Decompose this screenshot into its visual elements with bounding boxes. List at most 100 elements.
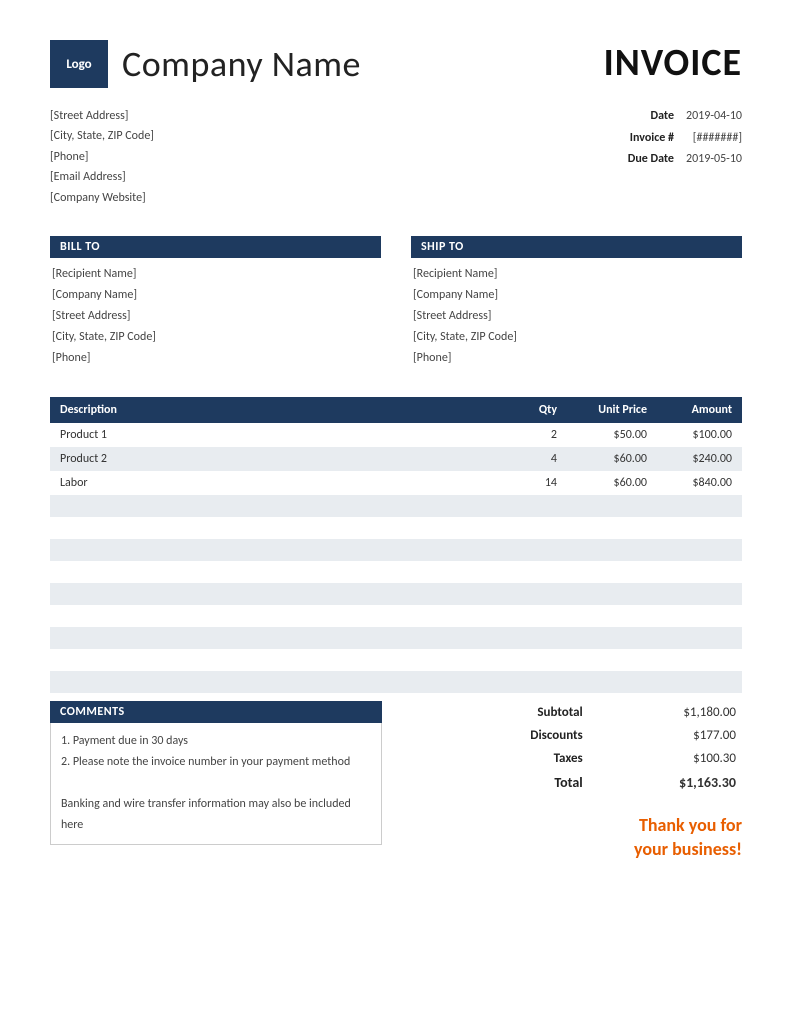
cell-description: [50, 605, 507, 627]
cell-description: [50, 649, 507, 671]
cell-amount: [657, 517, 742, 539]
table-row: [50, 605, 742, 627]
col-unit-price: Unit Price: [567, 397, 657, 423]
ship-to-city: [City, State, ZIP Code]: [413, 327, 742, 348]
company-branding: Logo Company Name: [50, 40, 361, 88]
cell-unit-price: [567, 605, 657, 627]
table-row: [50, 517, 742, 539]
bill-to-city: [City, State, ZIP Code]: [52, 327, 381, 348]
cell-description: Product 1: [50, 423, 507, 447]
comments-box: COMMENTS 1. Payment due in 30 days 2. Pl…: [50, 701, 382, 845]
cell-unit-price: [567, 517, 657, 539]
due-date-label: Due Date: [616, 149, 674, 171]
cell-amount: [657, 583, 742, 605]
cell-amount: [657, 561, 742, 583]
ship-to-recipient: [Recipient Name]: [413, 264, 742, 285]
bill-to-box: BILL TO [Recipient Name] [Company Name] …: [50, 236, 381, 369]
items-table: Description Qty Unit Price Amount Produc…: [50, 397, 742, 693]
table-row: Product 2 4 $60.00 $240.00: [50, 447, 742, 471]
company-name: Company Name: [122, 42, 361, 86]
invoice-meta: Date 2019-04-10 Invoice # [#######] Due …: [616, 106, 742, 208]
comments-body: 1. Payment due in 30 days 2. Please note…: [50, 723, 382, 845]
bill-to-header: BILL TO: [50, 236, 381, 258]
discounts-row: Discounts $177.00: [465, 724, 742, 747]
ship-to-company: [Company Name]: [413, 285, 742, 306]
comment-line4: Banking and wire transfer information ma…: [61, 794, 371, 836]
totals-section: Subtotal $1,180.00 Discounts $177.00 Tax…: [465, 701, 742, 862]
bill-to-recipient: [Recipient Name]: [52, 264, 381, 285]
cell-description: [50, 627, 507, 649]
subtotal-row: Subtotal $1,180.00: [465, 701, 742, 724]
table-row: [50, 649, 742, 671]
cell-amount: [657, 605, 742, 627]
table-row: [50, 583, 742, 605]
company-phone: [Phone]: [50, 147, 154, 167]
logo-label: Logo: [66, 57, 91, 72]
cell-qty: [507, 605, 567, 627]
cell-unit-price: [567, 671, 657, 693]
cell-amount: [657, 495, 742, 517]
cell-qty: [507, 671, 567, 693]
company-street: [Street Address]: [50, 106, 154, 126]
cell-unit-price: $60.00: [567, 447, 657, 471]
cell-description: [50, 517, 507, 539]
billing-section: BILL TO [Recipient Name] [Company Name] …: [50, 236, 742, 369]
table-row: [50, 671, 742, 693]
cell-description: [50, 561, 507, 583]
cell-unit-price: [567, 627, 657, 649]
cell-description: Labor: [50, 471, 507, 495]
logo-box: Logo: [50, 40, 108, 88]
invoice-header: Logo Company Name INVOICE: [50, 40, 742, 88]
cell-unit-price: [567, 561, 657, 583]
due-date-value: 2019-05-10: [674, 149, 742, 171]
ship-to-phone: [Phone]: [413, 348, 742, 369]
ship-to-box: SHIP TO [Recipient Name] [Company Name] …: [411, 236, 742, 369]
bill-to-info: [Recipient Name] [Company Name] [Street …: [50, 264, 381, 369]
items-table-wrapper: Description Qty Unit Price Amount Produc…: [50, 397, 742, 693]
ship-to-header: SHIP TO: [411, 236, 742, 258]
bill-to-phone: [Phone]: [52, 348, 381, 369]
company-city: [City, State, ZIP Code]: [50, 126, 154, 146]
cell-qty: [507, 495, 567, 517]
date-value: 2019-04-10: [674, 106, 742, 128]
cell-unit-price: [567, 649, 657, 671]
taxes-value: $100.30: [597, 747, 742, 770]
cell-qty: [507, 627, 567, 649]
table-row: [50, 627, 742, 649]
invoice-title: INVOICE: [604, 40, 742, 86]
total-value: $1,163.30: [597, 770, 742, 795]
total-label: Total: [465, 770, 597, 795]
invoice-num-label: Invoice #: [616, 128, 674, 150]
col-description: Description: [50, 397, 507, 423]
cell-qty: 2: [507, 423, 567, 447]
cell-qty: [507, 517, 567, 539]
table-header-row: Description Qty Unit Price Amount: [50, 397, 742, 423]
table-row: [50, 539, 742, 561]
company-info: [Street Address] [City, State, ZIP Code]…: [50, 106, 154, 208]
cell-amount: $840.00: [657, 471, 742, 495]
table-row: Labor 14 $60.00 $840.00: [50, 471, 742, 495]
totals-table: Subtotal $1,180.00 Discounts $177.00 Tax…: [465, 701, 742, 795]
invoice-num-value: [#######]: [674, 128, 742, 150]
taxes-label: Taxes: [465, 747, 597, 770]
col-qty: Qty: [507, 397, 567, 423]
table-row: [50, 561, 742, 583]
cell-qty: [507, 649, 567, 671]
bill-to-street: [Street Address]: [52, 306, 381, 327]
cell-description: [50, 583, 507, 605]
comment-line3: [61, 773, 371, 794]
comments-header: COMMENTS: [50, 701, 382, 723]
discounts-label: Discounts: [465, 724, 597, 747]
cell-unit-price: [567, 539, 657, 561]
comment-line1: 1. Payment due in 30 days: [61, 731, 371, 752]
cell-description: [50, 671, 507, 693]
thank-you-message: Thank you for your business!: [465, 813, 742, 862]
table-row: Product 1 2 $50.00 $100.00: [50, 423, 742, 447]
cell-description: [50, 495, 507, 517]
table-row: [50, 495, 742, 517]
cell-amount: $100.00: [657, 423, 742, 447]
bill-to-company: [Company Name]: [52, 285, 381, 306]
cell-description: Product 2: [50, 447, 507, 471]
thank-you-line1: Thank you for: [465, 813, 742, 837]
cell-amount: $240.00: [657, 447, 742, 471]
